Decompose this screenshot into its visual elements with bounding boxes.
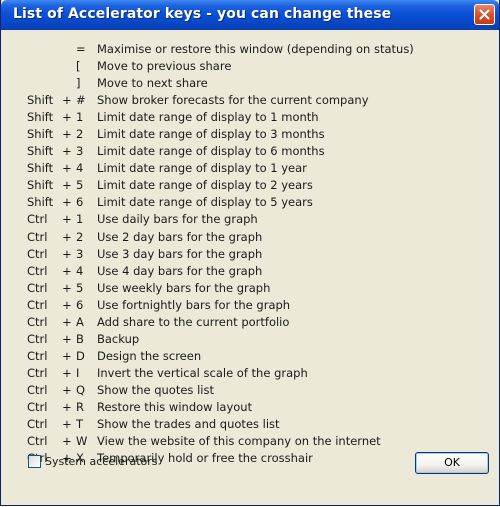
accelerator-modifier: Ctrl: [27, 331, 48, 346]
accelerator-separator: +: [62, 161, 72, 176]
accelerator-separator: +: [62, 314, 72, 329]
accelerator-modifier: Ctrl: [27, 382, 48, 397]
accelerator-modifier: Shift: [27, 161, 54, 176]
accelerator-separator: +: [62, 127, 72, 142]
accelerator-modifier: Shift: [27, 127, 54, 142]
close-icon: [479, 9, 490, 20]
accelerator-separator: +: [62, 246, 72, 261]
title-bar[interactable]: List of Accelerator keys - you can chang…: [1, 0, 499, 30]
accelerator-key: 5: [76, 280, 84, 295]
accelerator-key: B: [76, 331, 84, 346]
accelerator-key: [: [76, 59, 81, 74]
accelerator-key: 6: [76, 297, 84, 312]
accelerator-description: Show the trades and quotes list: [97, 417, 280, 432]
accelerator-separator: +: [62, 434, 72, 449]
accelerator-modifier: Ctrl: [27, 229, 48, 244]
accelerator-description: Move to next share: [97, 76, 208, 91]
accelerator-key: R: [76, 399, 84, 414]
accelerator-description: Show the quotes list: [97, 382, 214, 397]
accelerator-description: Use weekly bars for the graph: [97, 280, 271, 295]
accelerator-modifier: Ctrl: [27, 212, 48, 227]
accelerator-modifier: Ctrl: [27, 314, 48, 329]
accelerator-separator: +: [62, 382, 72, 397]
accelerator-separator: +: [62, 110, 72, 125]
accelerator-description: View the website of this company on the …: [97, 434, 381, 449]
accelerator-description: Restore this window layout: [97, 399, 253, 414]
accelerator-description: Use fortnightly bars for the graph: [97, 297, 291, 312]
accelerator-description: Limit date range of display to 1 month: [97, 110, 319, 125]
accelerator-separator: +: [62, 348, 72, 363]
accelerator-description: Show broker forecasts for the current co…: [97, 93, 369, 108]
window-title: List of Accelerator keys - you can chang…: [13, 6, 392, 22]
accelerator-key: 2: [76, 229, 84, 244]
accelerator-separator: +: [62, 399, 72, 414]
accelerator-description: Add share to the current portfolio: [97, 314, 290, 329]
accelerator-modifier: Shift: [27, 144, 54, 159]
accelerator-key: D: [76, 348, 85, 363]
accelerator-key: 3: [76, 246, 84, 261]
accelerator-separator: +: [62, 195, 72, 210]
accelerator-description: Invert the vertical scale of the graph: [97, 365, 308, 380]
accelerator-modifier: Ctrl: [27, 365, 48, 380]
accelerator-keys-dialog: List of Accelerator keys - you can chang…: [0, 0, 500, 506]
accelerator-description: Design the screen: [97, 348, 202, 363]
accelerator-separator: +: [62, 331, 72, 346]
accelerator-key: 2: [76, 127, 84, 142]
accelerator-description: Limit date range of display to 1 year: [97, 161, 307, 176]
accelerator-modifier: Ctrl: [27, 399, 48, 414]
accelerator-key: 4: [76, 161, 84, 176]
accelerator-modifier: Ctrl: [27, 434, 48, 449]
accelerator-description: Backup: [97, 331, 140, 346]
accelerator-key: ]: [76, 76, 81, 91]
accelerator-modifier: Ctrl: [27, 417, 48, 432]
accelerator-key: 4: [76, 263, 84, 278]
accelerator-separator: +: [62, 178, 72, 193]
close-button[interactable]: [474, 4, 495, 25]
accelerator-description: Use 2 day bars for the graph: [97, 229, 263, 244]
accelerator-description: Move to previous share: [97, 59, 232, 74]
system-accelerators-label: System accelerators: [45, 455, 158, 468]
accelerator-description: Limit date range of display to 5 years: [97, 195, 313, 210]
accelerator-modifier: Shift: [27, 93, 54, 108]
accelerator-description: Limit date range of display to 3 months: [97, 127, 325, 142]
accelerator-modifier: Ctrl: [27, 280, 48, 295]
accelerator-modifier: Shift: [27, 110, 54, 125]
accelerator-modifier: Ctrl: [27, 297, 48, 312]
accelerator-modifier: Ctrl: [27, 348, 48, 363]
accelerator-description: Use 3 day bars for the graph: [97, 246, 263, 261]
accelerator-description: Use daily bars for the graph: [97, 212, 258, 227]
accelerator-separator: +: [62, 280, 72, 295]
accelerator-modifier: Ctrl: [27, 246, 48, 261]
accelerator-description: Limit date range of display to 2 years: [97, 178, 313, 193]
accelerator-key: 1: [76, 110, 84, 125]
accelerator-separator: +: [62, 263, 72, 278]
accelerator-separator: +: [62, 365, 72, 380]
accelerator-key: #: [76, 93, 86, 108]
accelerator-separator: +: [62, 297, 72, 312]
accelerator-description: Limit date range of display to 6 months: [97, 144, 325, 159]
accelerator-separator: +: [62, 93, 72, 108]
accelerator-description: Use 4 day bars for the graph: [97, 263, 263, 278]
accelerator-separator: +: [62, 212, 72, 227]
accelerator-separator: +: [62, 417, 72, 432]
accelerator-separator: +: [62, 229, 72, 244]
accelerator-key: =: [76, 42, 86, 56]
accelerator-key: W: [76, 434, 88, 449]
ok-button[interactable]: OK: [415, 452, 489, 474]
accelerator-modifier: Shift: [27, 178, 54, 193]
accelerator-description: Maximise or restore this window (dependi…: [97, 42, 414, 56]
accelerator-key: A: [76, 314, 84, 329]
accelerator-key: 5: [76, 178, 84, 193]
accelerator-modifier: Ctrl: [27, 263, 48, 278]
accelerator-key: 3: [76, 144, 84, 159]
accelerator-key: 6: [76, 195, 84, 210]
accelerator-key: 1: [76, 212, 84, 227]
accelerator-modifier: Shift: [27, 195, 54, 210]
accelerator-key: I: [76, 365, 80, 380]
accelerator-separator: +: [62, 144, 72, 159]
accelerator-key: Q: [76, 382, 86, 397]
accelerator-key: T: [76, 417, 84, 432]
system-accelerators-checkbox[interactable]: [28, 455, 41, 468]
